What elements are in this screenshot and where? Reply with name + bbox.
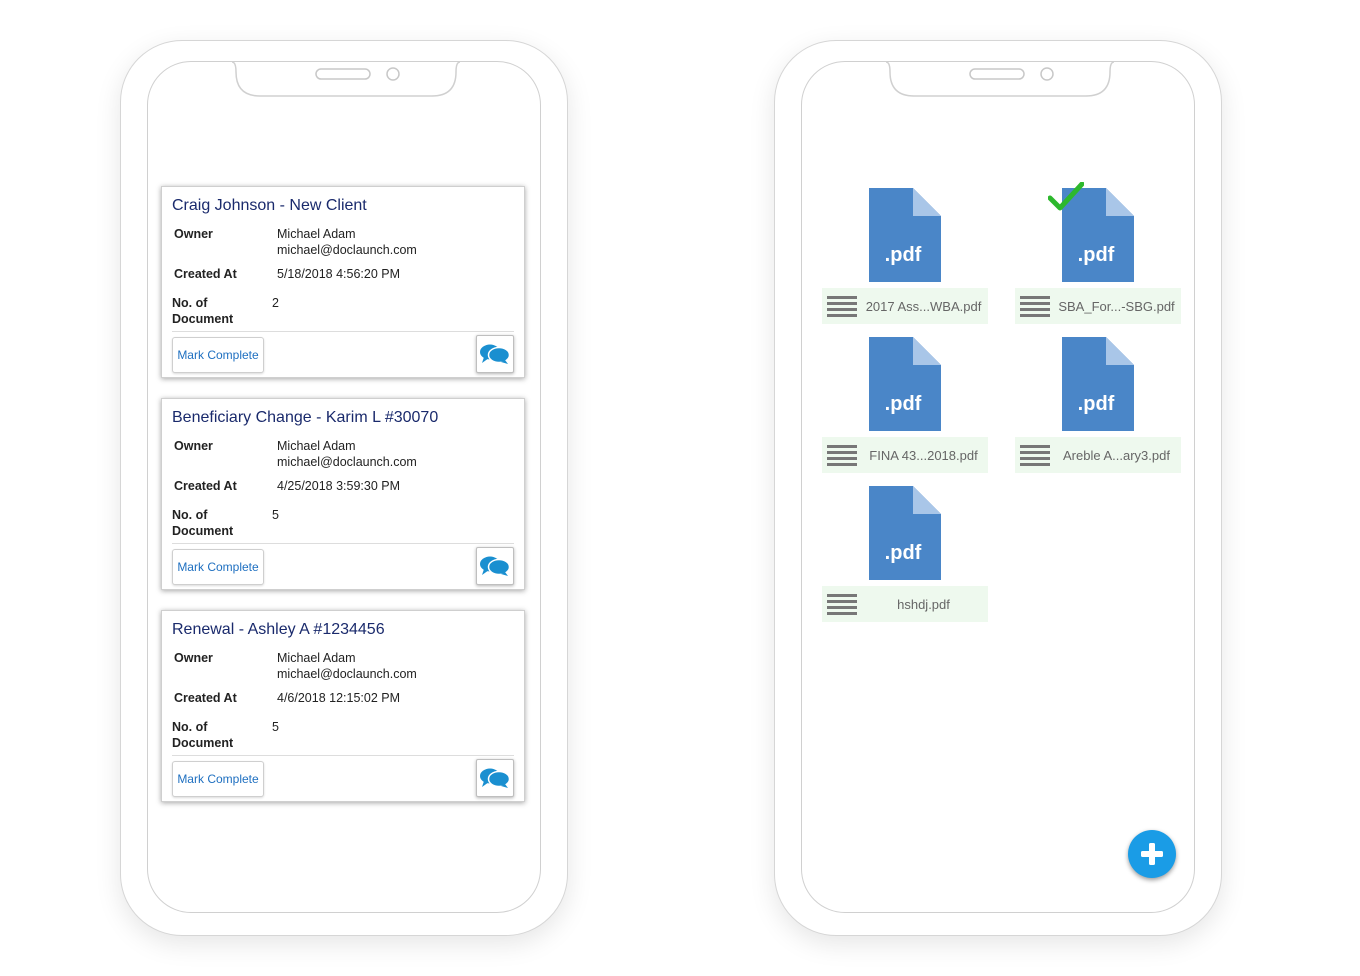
doc-count-value: 2 bbox=[272, 296, 279, 310]
add-document-button[interactable] bbox=[1128, 830, 1176, 878]
file-bar: 2017 Ass...WBA.pdf bbox=[822, 288, 988, 324]
phone-notch bbox=[885, 62, 1115, 97]
created-at-value: 4/6/2018 12:15:02 PM bbox=[277, 691, 401, 705]
owner-label: Owner bbox=[174, 439, 213, 453]
doc-count-label-line1: No. of bbox=[172, 720, 208, 734]
phone-notch bbox=[231, 62, 461, 97]
chat-button[interactable] bbox=[476, 547, 514, 585]
owner-label: Owner bbox=[174, 651, 213, 665]
doc-count-label-line2: Document bbox=[172, 736, 234, 750]
file-name: 2017 Ass...WBA.pdf bbox=[865, 298, 982, 314]
mark-complete-button[interactable]: Mark Complete bbox=[172, 337, 264, 373]
file-extension: .pdf bbox=[885, 393, 922, 415]
chat-button[interactable] bbox=[476, 759, 514, 797]
file-tile[interactable]: .pdf Areble A...ary3.pdf bbox=[1015, 337, 1181, 477]
phone-frame-right: .pdf 2017 Ass...WBA.pdf .pdf SBA_For...-… bbox=[774, 40, 1222, 936]
doc-count-label: No. of Document bbox=[172, 507, 233, 539]
owner-email: michael@doclaunch.com bbox=[277, 667, 417, 681]
project-card[interactable]: Beneficiary Change - Karim L #30070 Owne… bbox=[161, 398, 525, 590]
doc-count-label: No. of Document bbox=[172, 295, 233, 327]
file-extension: .pdf bbox=[885, 244, 922, 266]
owner-label: Owner bbox=[174, 227, 213, 241]
chat-bubbles-icon bbox=[480, 556, 511, 576]
file-bar: SBA_For...-SBG.pdf bbox=[1015, 288, 1181, 324]
file-extension: .pdf bbox=[1078, 393, 1115, 415]
chat-bubbles-icon bbox=[480, 344, 511, 364]
doc-count-label-line2: Document bbox=[172, 312, 234, 326]
hamburger-menu-icon[interactable] bbox=[827, 294, 859, 318]
owner-email: michael@doclaunch.com bbox=[277, 243, 417, 257]
file-bar: hshdj.pdf bbox=[822, 586, 988, 622]
file-bar: Areble A...ary3.pdf bbox=[1015, 437, 1181, 473]
pdf-file-icon[interactable]: .pdf bbox=[869, 337, 941, 431]
file-name: FINA 43...2018.pdf bbox=[869, 447, 978, 463]
screen-projects: Craig Johnson - New Client Owner Michael… bbox=[147, 61, 541, 913]
owner-name: Michael Adam bbox=[277, 651, 356, 665]
project-card[interactable]: Craig Johnson - New Client Owner Michael… bbox=[161, 186, 525, 378]
doc-count-label-line2: Document bbox=[172, 524, 234, 538]
owner-email: michael@doclaunch.com bbox=[277, 455, 417, 469]
created-at-label: Created At bbox=[174, 691, 237, 705]
file-tile[interactable]: .pdf 2017 Ass...WBA.pdf bbox=[822, 188, 988, 328]
pdf-file-icon[interactable]: .pdf bbox=[869, 486, 941, 580]
hamburger-menu-icon[interactable] bbox=[827, 592, 859, 616]
created-at-label: Created At bbox=[174, 479, 237, 493]
chat-bubbles-icon bbox=[480, 768, 511, 788]
screen-documents: .pdf 2017 Ass...WBA.pdf .pdf SBA_For...-… bbox=[801, 61, 1195, 913]
card-divider bbox=[172, 331, 514, 332]
created-at-value: 5/18/2018 4:56:20 PM bbox=[277, 267, 401, 281]
pdf-file-icon[interactable]: .pdf bbox=[869, 188, 941, 282]
created-at-label: Created At bbox=[174, 267, 237, 281]
file-name: Areble A...ary3.pdf bbox=[1063, 447, 1170, 463]
phone-frame-left: Craig Johnson - New Client Owner Michael… bbox=[120, 40, 568, 936]
file-tile[interactable]: .pdf SBA_For...-SBG.pdf bbox=[1015, 182, 1181, 328]
checkmark-icon bbox=[1048, 182, 1084, 211]
mark-complete-button[interactable]: Mark Complete bbox=[172, 549, 264, 585]
file-extension: .pdf bbox=[1078, 244, 1115, 266]
hamburger-menu-icon[interactable] bbox=[1020, 294, 1052, 318]
doc-count-label: No. of Document bbox=[172, 719, 233, 751]
hamburger-menu-icon[interactable] bbox=[827, 443, 859, 467]
file-name: hshdj.pdf bbox=[897, 596, 950, 612]
doc-count-value: 5 bbox=[272, 720, 279, 734]
doc-count-label-line1: No. of bbox=[172, 508, 208, 522]
plus-icon bbox=[1141, 843, 1163, 865]
card-divider bbox=[172, 543, 514, 544]
file-tile[interactable]: .pdf hshdj.pdf bbox=[822, 486, 988, 626]
mark-complete-button[interactable]: Mark Complete bbox=[172, 761, 264, 797]
project-card[interactable]: Renewal - Ashley A #1234456 Owner Michae… bbox=[161, 610, 525, 802]
owner-name: Michael Adam bbox=[277, 439, 356, 453]
card-divider bbox=[172, 755, 514, 756]
project-title[interactable]: Beneficiary Change - Karim L #30070 bbox=[172, 409, 438, 427]
project-title[interactable]: Renewal - Ashley A #1234456 bbox=[172, 621, 385, 639]
doc-count-value: 5 bbox=[272, 508, 279, 522]
hamburger-menu-icon[interactable] bbox=[1020, 443, 1052, 467]
chat-button[interactable] bbox=[476, 335, 514, 373]
pdf-file-icon[interactable]: .pdf bbox=[1062, 337, 1134, 431]
created-at-value: 4/25/2018 3:59:30 PM bbox=[277, 479, 401, 493]
file-extension: .pdf bbox=[885, 542, 922, 564]
owner-name: Michael Adam bbox=[277, 227, 356, 241]
file-tile[interactable]: .pdf FINA 43...2018.pdf bbox=[822, 337, 988, 477]
file-name: SBA_For...-SBG.pdf bbox=[1058, 298, 1175, 314]
file-bar: FINA 43...2018.pdf bbox=[822, 437, 988, 473]
doc-count-label-line1: No. of bbox=[172, 296, 208, 310]
project-title[interactable]: Craig Johnson - New Client bbox=[172, 197, 367, 215]
